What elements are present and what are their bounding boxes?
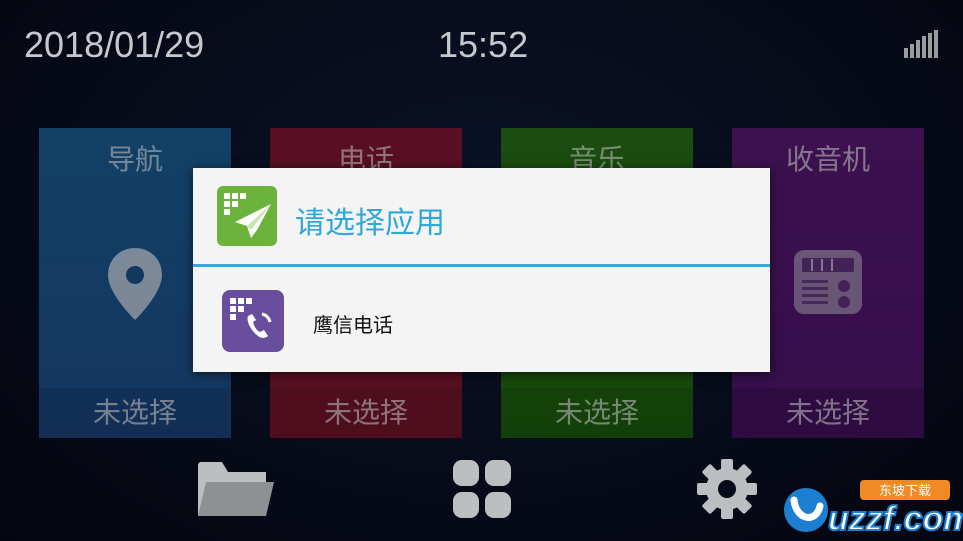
- signal-bars-icon: [904, 30, 938, 58]
- watermark-tagline: 东坡下载: [879, 484, 931, 499]
- watermark-brand: uzzf.com: [828, 500, 963, 538]
- app-option-eagle-phone[interactable]: 鹰信电话: [193, 268, 770, 372]
- app-chooser-dialog: 请选择应用 鹰信电话: [193, 168, 770, 372]
- tile-status: 未选择: [39, 388, 231, 438]
- clock-text: 15:52: [438, 24, 529, 65]
- tile-status: 未选择: [270, 388, 462, 438]
- uzzf-watermark-logo: 东坡下载 uzzf.com: [784, 480, 963, 539]
- dialog-header: 请选择应用: [193, 168, 770, 264]
- eagle-phone-app-icon: [222, 290, 284, 352]
- location-pin-icon: [108, 248, 162, 320]
- paper-plane-app-icon: [217, 186, 277, 246]
- app-grid-icon[interactable]: [451, 458, 513, 520]
- tile-status: 未选择: [501, 388, 693, 438]
- date-text: 2018/01/29: [24, 24, 205, 65]
- gear-icon[interactable]: [696, 458, 758, 520]
- app-option-label: 鹰信电话: [313, 313, 393, 337]
- folder-icon[interactable]: [196, 458, 276, 520]
- dialog-title: 请选择应用: [295, 206, 445, 241]
- home-screen: 2018/01/29 15:52 导航 未选择 电话 未选择 音乐 未选择 收音…: [0, 0, 963, 541]
- dialog-divider: [193, 264, 770, 267]
- tile-status: 未选择: [732, 388, 924, 438]
- radio-icon: [794, 250, 862, 314]
